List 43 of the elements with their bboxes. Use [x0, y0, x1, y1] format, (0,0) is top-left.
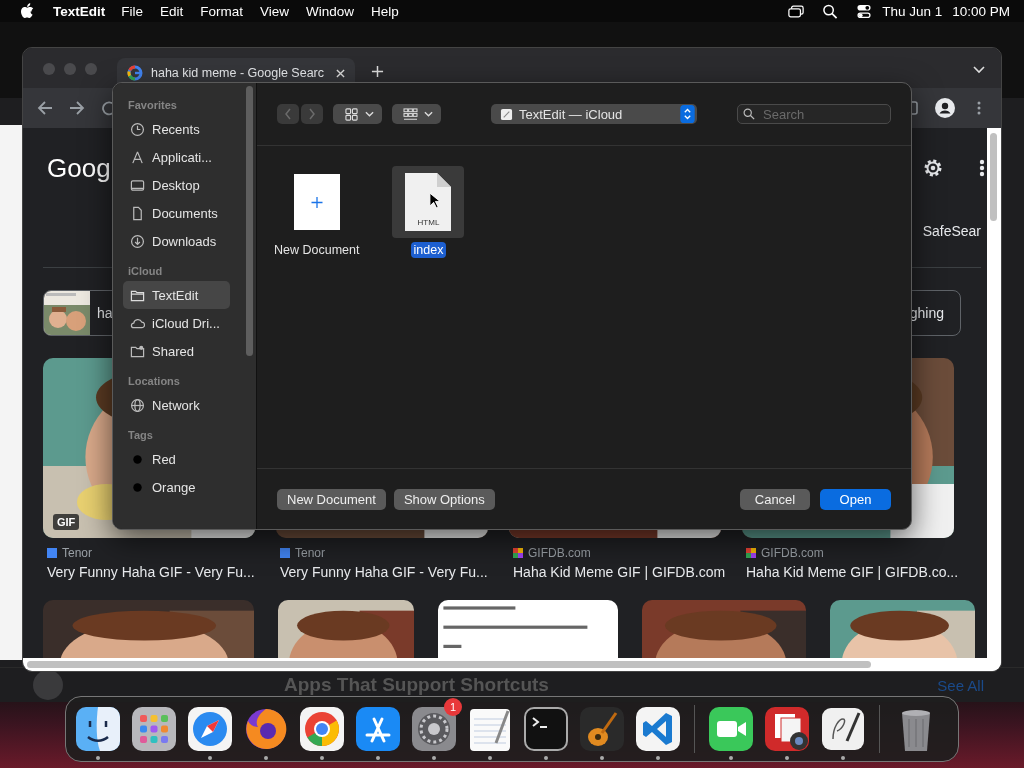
menu-item[interactable]: Format: [200, 3, 244, 19]
menu-item[interactable]: View: [260, 3, 290, 19]
gif-badge: GIF: [53, 514, 80, 530]
result-title[interactable]: Very Funny Haha GIF - Very Fu...: [276, 564, 488, 580]
open-button[interactable]: Open: [820, 488, 891, 510]
result-source[interactable]: Tenor: [62, 546, 93, 560]
sidebar-heading: Locations: [128, 375, 181, 387]
result-source[interactable]: GIFDB.com: [761, 546, 824, 560]
sidebar-item[interactable]: Orange: [123, 473, 230, 501]
menu-item[interactable]: Window: [306, 3, 355, 19]
menu-item[interactable]: Edit: [160, 3, 184, 19]
app-menu[interactable]: TextEdit: [53, 3, 106, 19]
sidebar-item[interactable]: Downloads: [123, 227, 230, 255]
sidebar-item[interactable]: Documents: [123, 199, 230, 227]
file-name[interactable]: New Document: [271, 242, 363, 258]
sidebar-heading: Favorites: [128, 99, 178, 111]
html-file-icon[interactable]: HTML: [405, 173, 452, 231]
sidebar-heading: iCloud: [128, 265, 164, 277]
sidebar-item[interactable]: Shared: [123, 337, 230, 365]
sidebar-heading: Tags: [128, 429, 154, 441]
result-source[interactable]: Tenor: [295, 546, 326, 560]
google-logo[interactable]: Goog: [43, 152, 111, 184]
sidebar-item[interactable]: iCloud Dri...: [123, 309, 230, 337]
sidebar-item[interactable]: Red: [123, 445, 230, 473]
location-popup[interactable]: TextEdit — iCloud: [491, 104, 697, 124]
safesearch-label[interactable]: SafeSear: [922, 223, 981, 239]
sidebar-item[interactable]: Network: [123, 391, 230, 419]
sidebar-item[interactable]: Applicati...: [123, 143, 230, 171]
dialog-button[interactable]: Show Options: [393, 488, 495, 510]
search-field[interactable]: Search: [737, 104, 891, 124]
result-title[interactable]: Very Funny Haha GIF - Very Fu...: [43, 564, 255, 580]
sidebar-item[interactable]: TextEdit: [123, 281, 230, 309]
notification-badge: 1: [444, 698, 462, 716]
result-source[interactable]: GIFDB.com: [528, 546, 591, 560]
sidebar-item[interactable]: Recents: [123, 115, 230, 143]
menu-item[interactable]: File: [121, 3, 144, 19]
menu-clock[interactable]: 10:00 PM: [952, 3, 1010, 19]
sidebar-item[interactable]: Desktop: [123, 171, 230, 199]
file-name[interactable]: index: [410, 242, 447, 258]
dialog-button[interactable]: New Document: [277, 488, 386, 510]
menu-item[interactable]: Help: [371, 3, 399, 19]
cancel-button[interactable]: Cancel: [740, 488, 810, 510]
menu-date[interactable]: Thu Jun 1: [882, 3, 943, 19]
